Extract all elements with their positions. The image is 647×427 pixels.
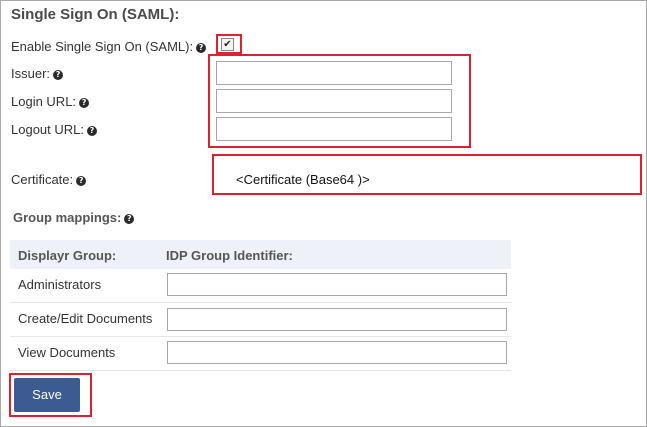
logout-url-row: Logout URL:? xyxy=(11,122,97,137)
idp-identifier-input-view-documents[interactable] xyxy=(167,341,507,364)
issuer-row: Issuer:? xyxy=(11,66,64,81)
issuer-label: Issuer: xyxy=(11,66,51,81)
certificate-row: Certificate:? xyxy=(11,172,87,187)
certificate-value: <Certificate (Base64 )> xyxy=(236,172,370,187)
help-icon[interactable]: ? xyxy=(124,214,135,224)
certificate-label: Certificate: xyxy=(11,172,74,187)
group-name: View Documents xyxy=(18,345,116,360)
help-icon[interactable]: ? xyxy=(87,126,97,136)
enable-sso-row: Enable Single Sign On (SAML):? xyxy=(11,39,207,54)
certificate-input[interactable]: <Certificate (Base64 )> xyxy=(212,154,642,195)
issuer-input[interactable] xyxy=(216,61,452,85)
login-url-label: Login URL: xyxy=(11,94,77,109)
logout-url-label: Logout URL: xyxy=(11,122,84,137)
login-url-input[interactable] xyxy=(216,89,452,113)
login-url-row: Login URL:? xyxy=(11,94,90,109)
group-name: Administrators xyxy=(18,277,102,292)
help-icon[interactable]: ? xyxy=(79,98,90,108)
help-icon[interactable]: ? xyxy=(76,176,87,186)
section-title: Single Sign On (SAML): xyxy=(11,6,180,23)
group-mappings-title: Group mappings: xyxy=(13,210,122,225)
column-header-displayr-group: Displayr Group: xyxy=(18,248,117,263)
save-button[interactable]: Save xyxy=(14,378,80,412)
column-header-idp-group-identifier: IDP Group Identifier: xyxy=(166,248,293,263)
group-mappings-heading: Group mappings:? xyxy=(13,210,135,225)
logout-url-input[interactable] xyxy=(216,117,452,141)
help-icon[interactable]: ? xyxy=(196,43,207,53)
idp-identifier-input-administrators[interactable] xyxy=(167,273,507,296)
group-name: Create/Edit Documents xyxy=(18,311,153,326)
enable-sso-checkbox[interactable]: ✔ xyxy=(221,38,234,51)
help-icon[interactable]: ? xyxy=(53,70,64,80)
enable-sso-label: Enable Single Sign On (SAML): xyxy=(11,39,194,54)
idp-identifier-input-create-edit-documents[interactable] xyxy=(167,308,507,331)
